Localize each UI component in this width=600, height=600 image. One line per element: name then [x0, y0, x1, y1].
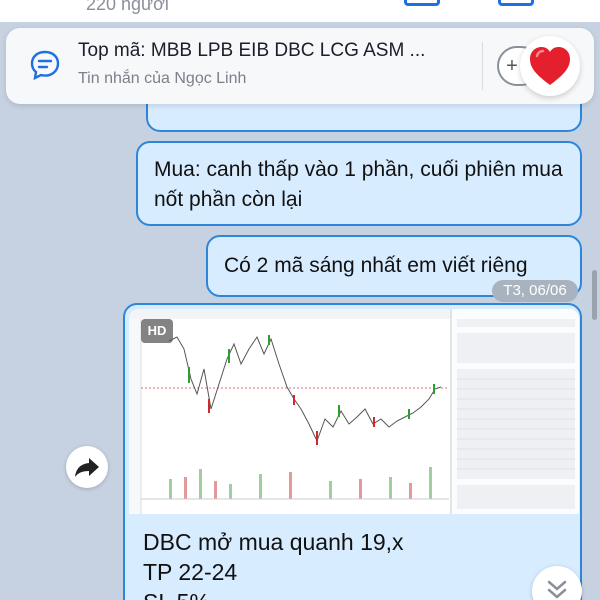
message-text: Mua: canh thấp vào 1 phần, cuối phiên mu…: [154, 158, 563, 211]
heart-reaction-button[interactable]: [520, 36, 580, 96]
image-message-bubble[interactable]: HD DBC mở mua quanh 19,x TP 22-24 SL 5%: [123, 303, 582, 600]
message-text: Có 2 mã sáng nhất em viết riêng: [224, 254, 528, 277]
pinned-subtitle: Tin nhắn của Ngọc Linh: [78, 70, 247, 87]
caption-line: DBC mở mua quanh 19,x: [143, 529, 404, 555]
pinned-title: Top mã: MBB LPB EIB DBC LCG ASM ...: [78, 40, 426, 61]
stock-chart-image[interactable]: HD: [129, 309, 579, 514]
caption-line: SL 5%: [143, 587, 404, 600]
caption-line: TP 22-24: [143, 559, 238, 585]
heart-icon: [530, 47, 570, 85]
video-call-icon[interactable]: [404, 0, 440, 6]
forward-arrow-icon: [75, 458, 99, 477]
chart-screenshot: [129, 309, 579, 514]
chat-bubble-icon: [30, 50, 60, 81]
forward-button[interactable]: [66, 446, 108, 488]
chat-header: 220 người: [0, 0, 600, 22]
image-caption: DBC mở mua quanh 19,x TP 22-24 SL 5%: [143, 527, 404, 600]
chevron-double-down-icon: [547, 580, 567, 599]
message-timestamp: T3, 06/06: [492, 280, 578, 302]
menu-icon[interactable]: [498, 0, 534, 6]
message-bubble[interactable]: Mua: canh thấp vào 1 phần, cuối phiên mu…: [136, 141, 582, 226]
scrollbar[interactable]: [592, 270, 597, 320]
scroll-to-bottom-button[interactable]: [532, 566, 582, 600]
hd-badge: HD: [141, 319, 173, 343]
plus-icon: +: [506, 55, 518, 77]
member-count: 220 người: [86, 0, 169, 14]
divider: [482, 42, 483, 90]
